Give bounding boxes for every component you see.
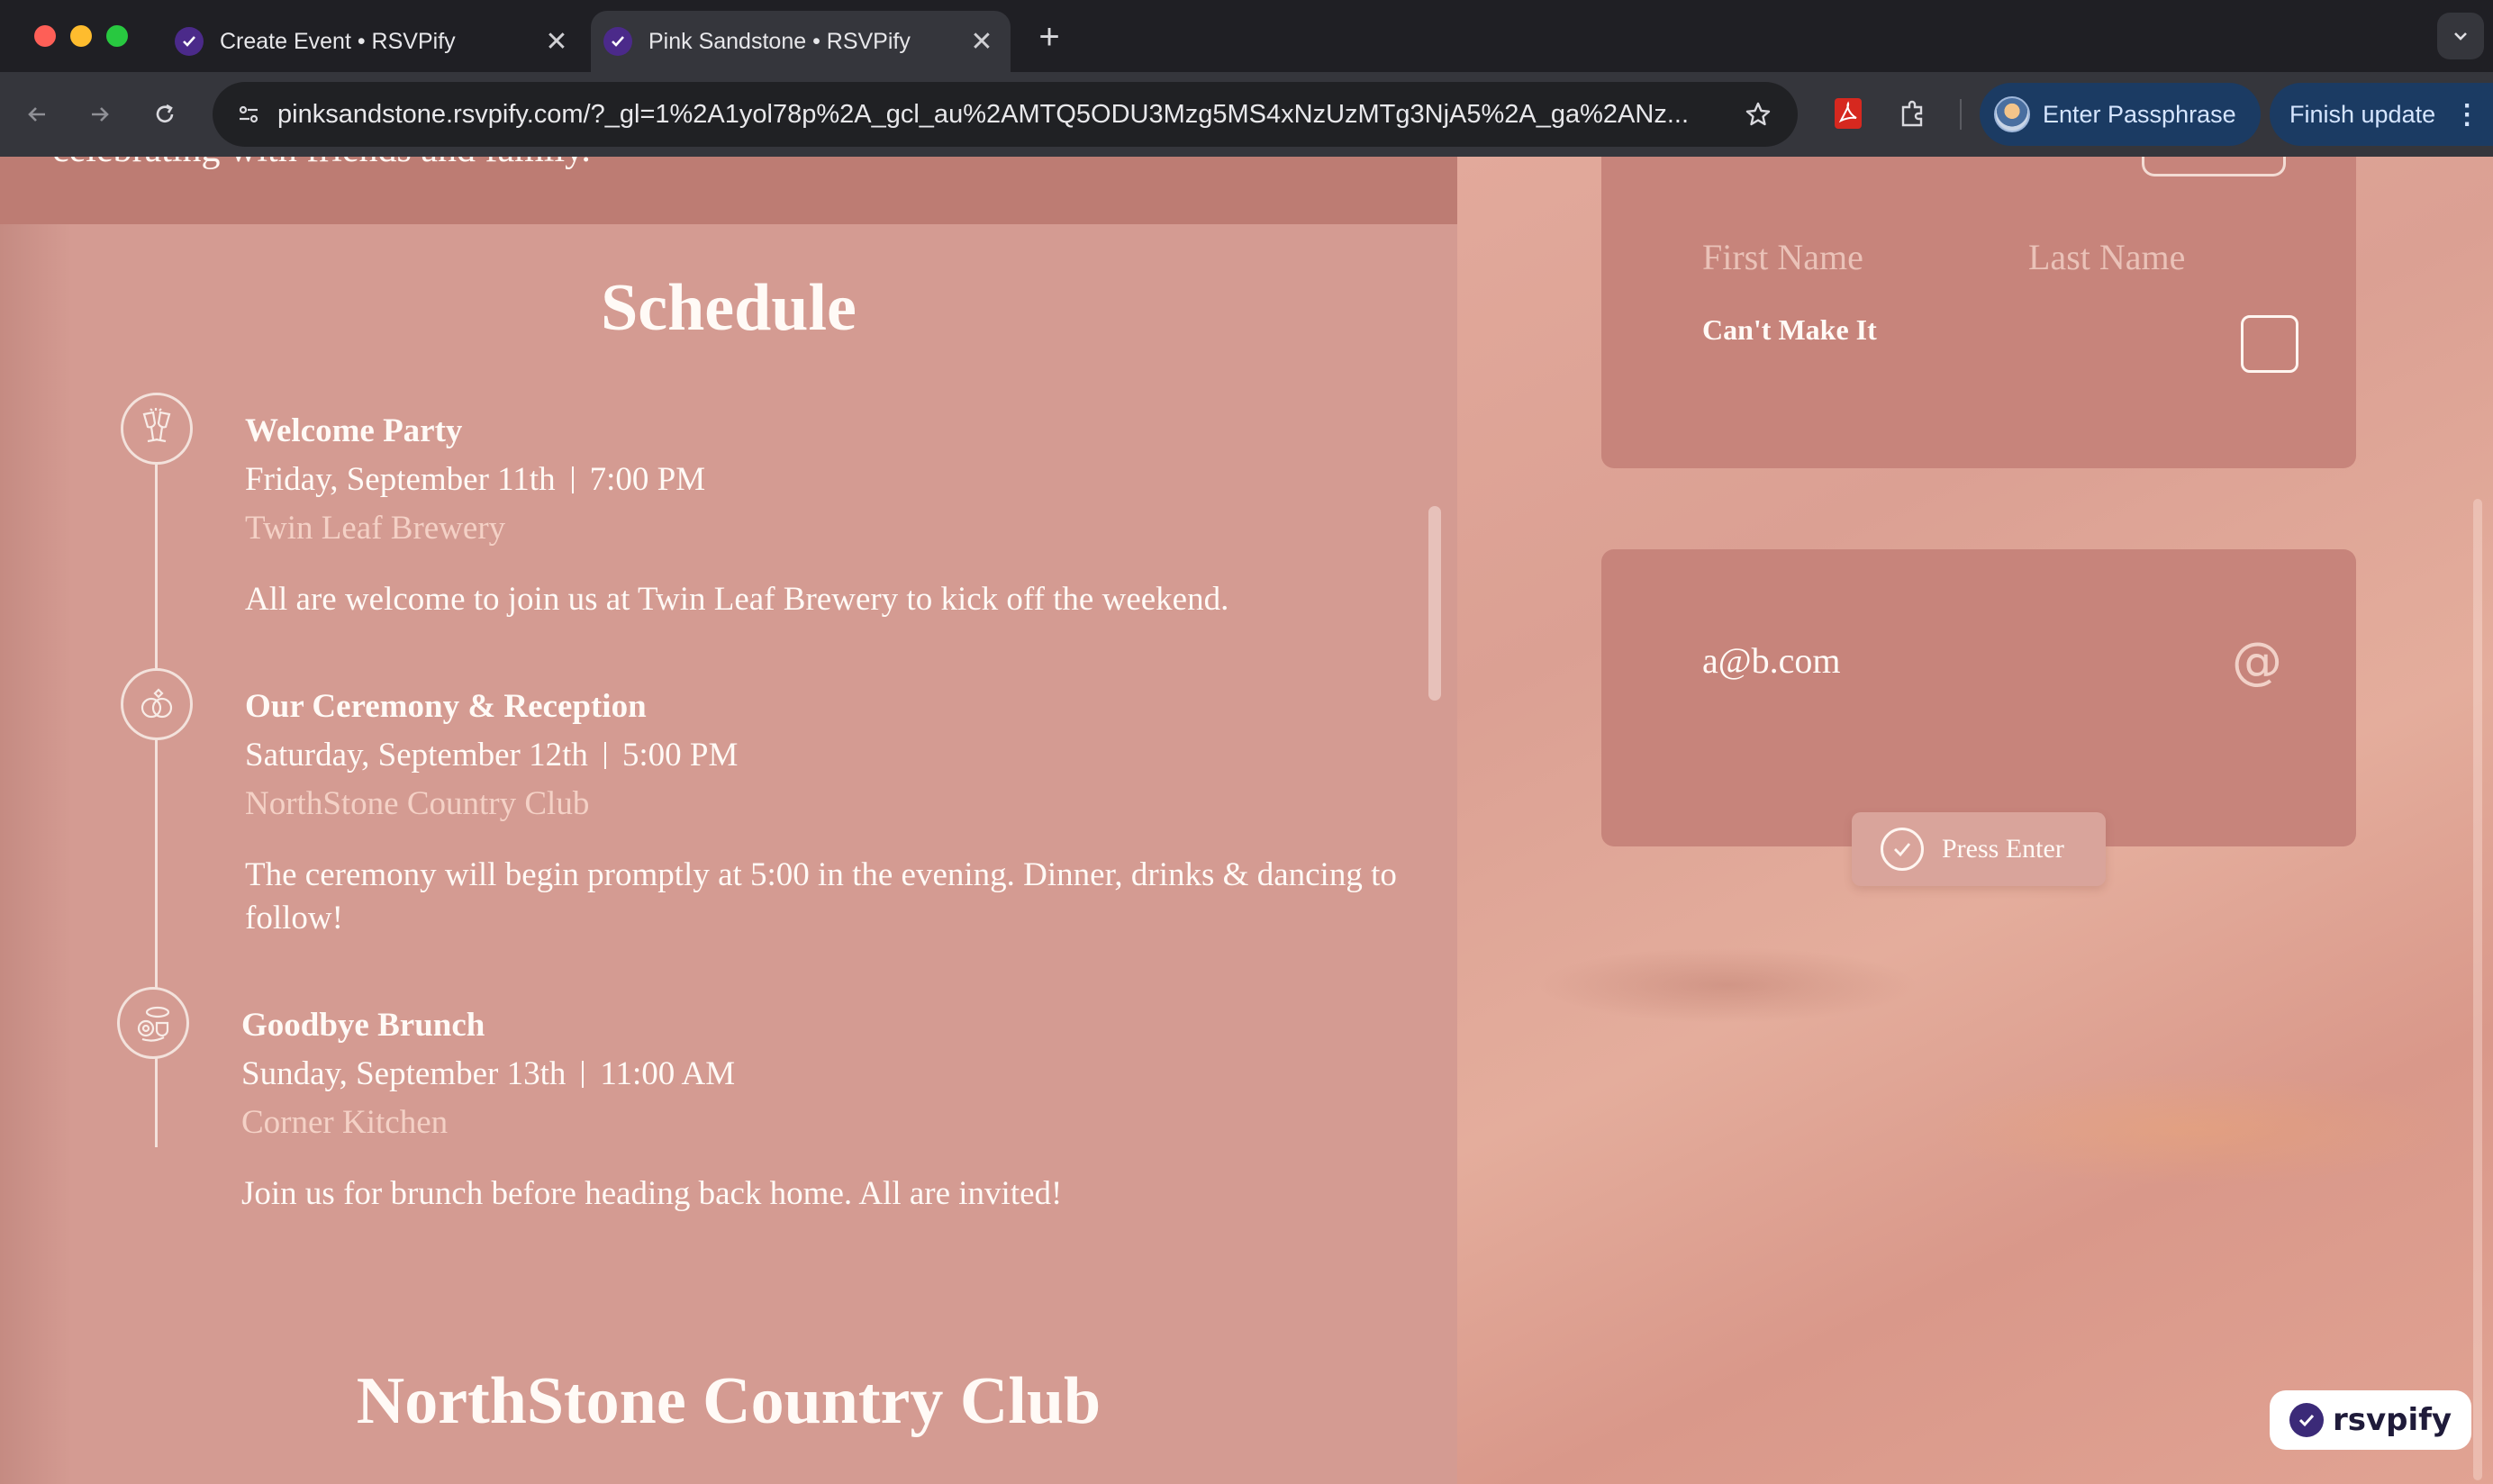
event-name: Goodbye Brunch xyxy=(241,1007,485,1044)
reload-icon[interactable] xyxy=(144,94,186,135)
datetime-divider xyxy=(582,1061,585,1088)
minimize-window-button[interactable] xyxy=(70,25,92,47)
kebab-menu-icon[interactable]: ⋮ xyxy=(2453,99,2480,131)
checkmark-circle-icon xyxy=(1881,828,1924,871)
tab-close-icon[interactable]: ✕ xyxy=(539,26,575,58)
back-arrow-icon[interactable] xyxy=(16,94,58,135)
rsvpify-favicon-icon xyxy=(603,27,632,56)
pdf-extension-icon[interactable] xyxy=(1828,92,1868,135)
enter-passphrase-button[interactable]: Enter Passphrase xyxy=(1980,83,2261,146)
event-venue: NorthStone Country Club xyxy=(245,785,590,822)
first-name-field[interactable]: First Name xyxy=(1702,236,1863,278)
at-sign-icon: @ xyxy=(2232,632,2282,691)
event-venue: Twin Leaf Brewery xyxy=(245,510,506,547)
finish-update-button[interactable]: Finish update ⋮ xyxy=(2270,83,2493,146)
tab-create-event[interactable]: Create Event • RSVPify ✕ xyxy=(162,11,585,72)
panel-shadow xyxy=(0,224,72,1484)
event-goodbye-brunch: Goodbye Brunch Sunday, September 13th 11… xyxy=(241,1001,1421,1216)
cant-make-it-label: Can't Make It xyxy=(1702,313,1877,346)
intro-section: celebrating with friends and family. xyxy=(0,157,1457,224)
bookmark-star-icon[interactable] xyxy=(1736,93,1780,136)
event-welcome-party: Welcome Party Friday, September 11th 7:0… xyxy=(245,407,1425,621)
url-text[interactable]: pinksandstone.rsvpify.com/?_gl=1%2A1yol7… xyxy=(277,82,1718,147)
close-window-button[interactable] xyxy=(34,25,56,47)
event-datetime: Sunday, September 13th 11:00 AM xyxy=(241,1050,1421,1099)
venue-section-title: NorthStone Country Club xyxy=(356,1364,1101,1438)
event-time: 7:00 PM xyxy=(589,461,706,498)
new-tab-button[interactable]: + xyxy=(1027,16,1072,61)
rsvpify-favicon-icon xyxy=(175,27,204,56)
cant-make-it-checkbox[interactable] xyxy=(2241,315,2298,373)
card-top-button[interactable] xyxy=(2142,157,2286,176)
tab-strip: Create Event • RSVPify ✕ Pink Sandstone … xyxy=(0,0,2493,72)
press-enter-button[interactable]: Press Enter xyxy=(1852,812,2106,886)
event-datetime: Saturday, September 12th 5:00 PM xyxy=(245,731,1425,780)
finish-update-label: Finish update xyxy=(2289,100,2436,128)
press-enter-label: Press Enter xyxy=(1942,834,2064,864)
site-info-icon[interactable] xyxy=(227,93,270,136)
event-description: Join us for brunch before heading back h… xyxy=(241,1175,1063,1212)
extensions-puzzle-icon[interactable] xyxy=(1891,92,1935,135)
rsvpify-badge[interactable]: rsvpify xyxy=(2270,1390,2471,1450)
rsvp-panel: First Name Last Name Can't Make It a@b.c… xyxy=(1457,157,2493,1484)
event-datetime: Friday, September 11th 7:00 PM xyxy=(245,456,1425,504)
intro-text: celebrating with friends and family. xyxy=(52,157,591,171)
datetime-divider xyxy=(571,466,574,493)
tab-pink-sandstone[interactable]: Pink Sandstone • RSVPify ✕ xyxy=(591,11,1011,72)
email-card: a@b.com @ xyxy=(1601,549,2356,846)
event-time: 5:00 PM xyxy=(621,737,739,774)
brunch-icon xyxy=(117,987,189,1059)
event-date: Friday, September 11th xyxy=(245,461,556,498)
event-description: All are welcome to join us at Twin Leaf … xyxy=(245,581,1229,618)
schedule-panel: celebrating with friends and family. Sch… xyxy=(0,157,1457,1484)
tab-close-icon[interactable]: ✕ xyxy=(964,26,1000,58)
tab-search-chevron-icon[interactable] xyxy=(2437,13,2484,59)
event-name: Our Ceremony & Reception xyxy=(245,688,647,725)
tab-title: Create Event • RSVPify xyxy=(220,28,456,54)
profile-avatar-icon xyxy=(1994,96,2030,132)
guest-name-card: First Name Last Name Can't Make It xyxy=(1601,157,2356,468)
schedule-title: Schedule xyxy=(601,271,857,345)
page-scrollbar[interactable] xyxy=(2473,499,2482,1480)
event-description: The ceremony will begin promptly at 5:00… xyxy=(245,856,1397,937)
enter-passphrase-label: Enter Passphrase xyxy=(2043,100,2236,128)
last-name-field[interactable]: Last Name xyxy=(2028,236,2185,278)
event-venue: Corner Kitchen xyxy=(241,1104,449,1141)
event-ceremony-reception: Our Ceremony & Reception Saturday, Septe… xyxy=(245,683,1425,940)
badge-label: rsvpify xyxy=(2332,1402,2452,1438)
tab-title: Pink Sandstone • RSVPify xyxy=(648,28,911,54)
event-date: Sunday, September 13th xyxy=(241,1055,567,1092)
event-time: 11:00 AM xyxy=(600,1055,736,1092)
event-name: Welcome Party xyxy=(245,412,463,449)
schedule-scrollbar[interactable] xyxy=(1428,506,1441,701)
event-date: Saturday, September 12th xyxy=(245,737,588,774)
forward-arrow-icon[interactable] xyxy=(79,94,121,135)
browser-toolbar: pinksandstone.rsvpify.com/?_gl=1%2A1yol7… xyxy=(0,72,2493,157)
toolbar-divider xyxy=(1960,99,1962,130)
email-field[interactable]: a@b.com xyxy=(1702,639,1840,682)
wedding-rings-icon xyxy=(121,668,193,740)
rsvpify-logo-icon xyxy=(2289,1403,2324,1437)
cheers-glasses-icon xyxy=(121,393,193,465)
zoom-window-button[interactable] xyxy=(106,25,128,47)
datetime-divider xyxy=(603,742,606,769)
page-viewport: celebrating with friends and family. Sch… xyxy=(0,157,2493,1484)
address-bar[interactable]: pinksandstone.rsvpify.com/?_gl=1%2A1yol7… xyxy=(213,82,1798,147)
